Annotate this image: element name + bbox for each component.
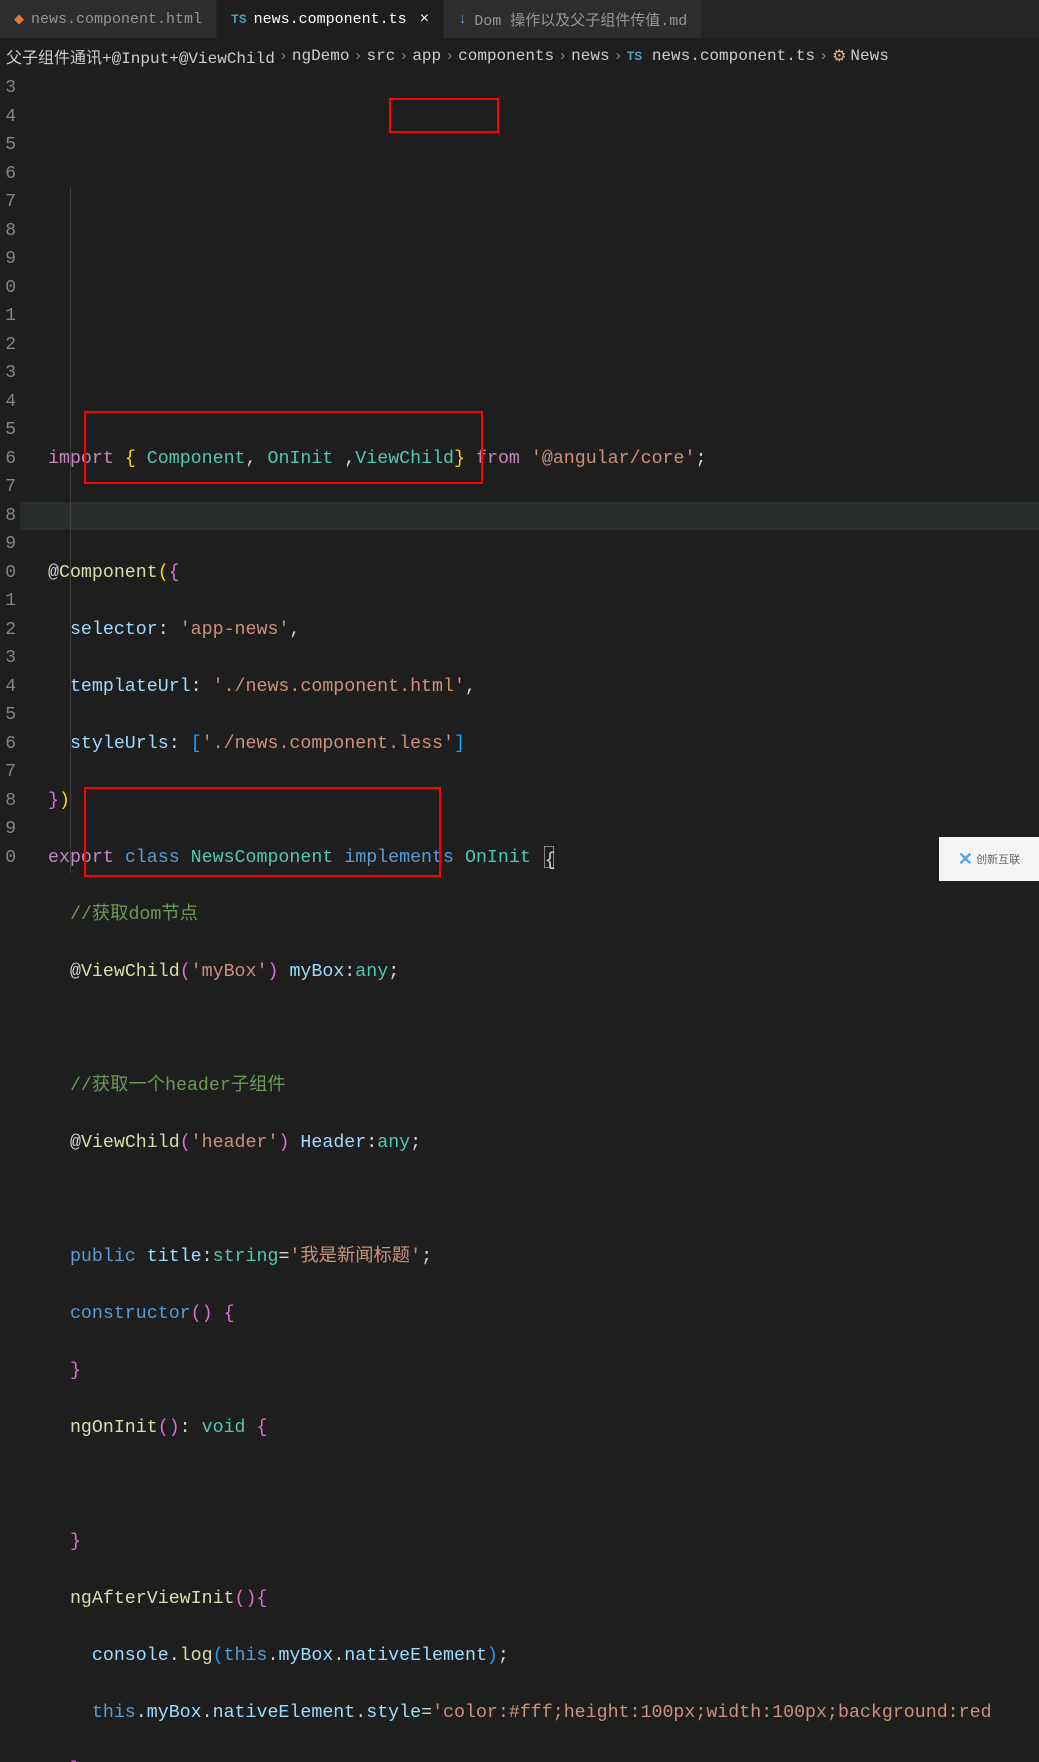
code-line [48, 1186, 1039, 1215]
chevron-right-icon: › [399, 48, 408, 65]
tab-dom-md[interactable]: ↓ Dom 操作以及父子组件传值.md [444, 0, 702, 38]
editor-tabs: ◆ news.component.html TS news.component.… [0, 0, 1039, 38]
breadcrumb-part[interactable]: components [458, 47, 554, 65]
html-file-icon: ◆ [14, 12, 24, 27]
code-content[interactable]: import { Component, OnInit ,ViewChild} f… [20, 74, 1039, 881]
code-line: }) [48, 787, 1039, 816]
code-line: @ViewChild('header') Header:any; [48, 1129, 1039, 1158]
chevron-right-icon: › [819, 48, 828, 65]
chevron-right-icon: › [279, 48, 288, 65]
close-icon[interactable]: × [420, 10, 430, 28]
breadcrumb-part[interactable]: app [412, 47, 441, 65]
ts-file-icon: TS [231, 12, 247, 27]
editor-area[interactable]: 3456789012345678901234567890 import { Co… [0, 74, 1039, 881]
code-line: selector: 'app-news', [48, 616, 1039, 645]
chevron-right-icon: › [614, 48, 623, 65]
chevron-right-icon: › [445, 48, 454, 65]
code-line: ngAfterViewInit(){ [48, 1585, 1039, 1614]
code-line: @Component({ [48, 559, 1039, 588]
tab-label: news.component.html [31, 11, 202, 28]
code-line: @ViewChild('myBox') myBox:any; [48, 958, 1039, 987]
bracket-cursor: { [544, 846, 554, 868]
breadcrumb-part[interactable]: src [366, 47, 395, 65]
code-line [48, 1471, 1039, 1500]
class-symbol-icon: ⚙ [832, 46, 846, 66]
breadcrumb-part[interactable]: News [850, 47, 888, 65]
code-line: styleUrls: ['./news.component.less'] [48, 730, 1039, 759]
code-line: export class NewsComponent implements On… [48, 844, 1039, 873]
code-line: //获取一个header子组件 [48, 1072, 1039, 1101]
code-line: import { Component, OnInit ,ViewChild} f… [48, 445, 1039, 474]
code-line: templateUrl: './news.component.html', [48, 673, 1039, 702]
tab-news-ts[interactable]: TS news.component.ts × [217, 0, 444, 38]
code-line: //获取dom节点 [48, 901, 1039, 930]
tab-news-html[interactable]: ◆ news.component.html [0, 0, 217, 38]
tab-label: Dom 操作以及父子组件传值.md [474, 9, 687, 30]
code-line: this.myBox.nativeElement.style='color:#f… [48, 1699, 1039, 1728]
code-line [48, 1015, 1039, 1044]
highlight-box-viewchild [389, 98, 499, 133]
breadcrumb[interactable]: 父子组件通讯+@Input+@ViewChild› ngDemo› src› a… [0, 38, 1039, 74]
ts-file-icon: TS [627, 49, 643, 64]
chevron-right-icon: › [353, 48, 362, 65]
code-line [48, 502, 1039, 531]
code-line: constructor() { [48, 1300, 1039, 1329]
code-line: ngOnInit(): void { [48, 1414, 1039, 1443]
tab-label: news.component.ts [254, 11, 407, 28]
code-line [48, 388, 1039, 417]
chevron-right-icon: › [558, 48, 567, 65]
breadcrumb-part[interactable]: news.component.ts [652, 47, 815, 65]
code-line: } [48, 1528, 1039, 1557]
code-line: public title:string='我是新闻标题'; [48, 1243, 1039, 1272]
code-line: console.log(this.myBox.nativeElement); [48, 1642, 1039, 1671]
md-file-icon: ↓ [458, 11, 467, 28]
code-line: } [48, 1357, 1039, 1386]
breadcrumb-part[interactable]: 父子组件通讯+@Input+@ViewChild [6, 44, 275, 68]
breadcrumb-part[interactable]: news [571, 47, 609, 65]
code-line: } [48, 1756, 1039, 1762]
breadcrumb-part[interactable]: ngDemo [292, 47, 350, 65]
line-gutter: 3456789012345678901234567890 [0, 74, 20, 881]
